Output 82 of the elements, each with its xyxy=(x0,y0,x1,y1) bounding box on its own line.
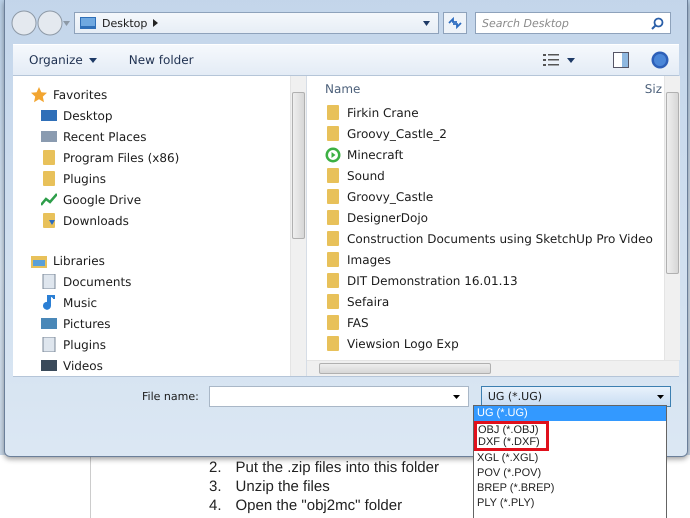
folder-icon xyxy=(325,168,341,183)
step-number: 2. xyxy=(209,458,222,477)
folder-icon xyxy=(325,231,341,246)
nav-heading[interactable]: Libraries xyxy=(53,254,105,268)
file-name[interactable]: Viewsion Logo Exp xyxy=(347,336,459,350)
file-type-option[interactable]: POV (*.POV) xyxy=(474,466,666,481)
caret-icon xyxy=(88,58,97,62)
file-name[interactable]: Construction Documents using SketchUp Pro Video xyxy=(347,232,653,246)
nav-item[interactable]: Desktop xyxy=(63,108,112,122)
nav-item[interactable]: Downloads xyxy=(63,214,129,228)
folder-icon xyxy=(325,273,341,288)
caret-icon[interactable] xyxy=(656,394,664,398)
organize-button[interactable]: Organize xyxy=(25,51,101,69)
file-name[interactable]: Images xyxy=(347,252,391,266)
address-location: Desktop xyxy=(102,16,148,30)
file-name[interactable]: Sound xyxy=(347,168,385,182)
nav-item[interactable]: Recent Places xyxy=(63,130,146,144)
scrollbar[interactable] xyxy=(290,76,306,376)
search-placeholder: Search Desktop xyxy=(482,16,570,30)
new-folder-button[interactable]: New folder xyxy=(124,51,198,69)
file-name[interactable]: Minecraft xyxy=(347,148,404,162)
horizontal-scrollbar[interactable] xyxy=(307,360,679,376)
star-icon xyxy=(31,86,47,102)
chevron-icon xyxy=(153,19,158,27)
nav-item[interactable]: Documents xyxy=(63,274,132,288)
nav-item[interactable]: Plugins xyxy=(63,172,106,186)
file-type-option[interactable]: XGL (*.XGL) xyxy=(474,451,666,466)
nav-item[interactable]: Pictures xyxy=(63,316,111,330)
folder-icon xyxy=(325,210,341,225)
column-header[interactable]: Siz xyxy=(644,82,664,96)
caret-icon[interactable] xyxy=(567,58,575,62)
caret-icon[interactable] xyxy=(452,394,460,398)
view-list-icon[interactable] xyxy=(543,53,559,67)
file-name[interactable]: Groovy_Castle_2 xyxy=(347,126,447,140)
step-number: 3. xyxy=(209,477,222,496)
folder-icon xyxy=(325,189,341,204)
file-name[interactable]: DIT Demonstration 16.01.13 xyxy=(347,274,518,288)
nav-item[interactable]: Music xyxy=(63,296,98,310)
refresh-icon xyxy=(447,17,463,29)
step-number: 4. xyxy=(209,496,222,515)
refresh-button[interactable] xyxy=(443,12,467,34)
folder-icon xyxy=(325,315,341,330)
preview-pane-icon[interactable] xyxy=(613,52,629,68)
step-text: Unzip the files xyxy=(236,477,330,496)
folder-icon xyxy=(325,252,341,267)
desktop-icon xyxy=(41,108,57,123)
folder-icon xyxy=(325,105,341,120)
folder-icon xyxy=(41,171,57,186)
documents-icon xyxy=(41,274,57,289)
file-type-option[interactable]: PLY (*.PLY) xyxy=(474,496,666,511)
folder-icon xyxy=(325,336,341,351)
folder-icon xyxy=(325,294,341,309)
nav-item[interactable]: Program Files (x86) xyxy=(63,150,180,164)
nav-item[interactable]: Google Drive xyxy=(63,192,142,206)
file-name[interactable]: FAS xyxy=(347,316,369,330)
nav-item[interactable]: Plugins xyxy=(63,338,106,352)
folder-icon xyxy=(325,126,341,141)
file-name[interactable]: Firkin Crane xyxy=(347,106,419,120)
file-type-dropdown[interactable]: UG (*.UG) xyxy=(480,386,671,407)
play-icon xyxy=(325,146,341,162)
file-type-option[interactable]: OBJ (*.OBJ) xyxy=(474,421,549,436)
step-text: Put the .zip files into this folder xyxy=(236,458,439,477)
file-name[interactable]: Sefaira xyxy=(347,294,390,308)
search-icon xyxy=(651,16,664,30)
file-type-option[interactable]: BREP (*.BREP) xyxy=(474,481,666,496)
nav-item[interactable]: Videos xyxy=(63,358,103,372)
desktop-icon xyxy=(80,17,96,29)
file-type-option[interactable]: DXF (*.DXF) xyxy=(474,436,549,451)
folder-icon xyxy=(41,150,57,165)
documents-icon xyxy=(41,337,57,352)
caret-icon[interactable] xyxy=(423,20,430,26)
downloads-icon xyxy=(41,213,57,228)
nav-heading[interactable]: Favorites xyxy=(53,88,108,102)
address-bar[interactable]: Desktop xyxy=(74,12,439,34)
file-name[interactable]: Groovy_Castle xyxy=(347,190,434,204)
scrollbar[interactable] xyxy=(664,76,680,360)
step-text: Open the "obj2mc" folder xyxy=(236,496,402,515)
file-name[interactable]: DesignerDojo xyxy=(347,210,428,224)
column-header[interactable]: Name xyxy=(325,82,645,96)
file-name-label: File name: xyxy=(142,389,199,405)
music-icon xyxy=(41,295,57,310)
file-name-field[interactable] xyxy=(208,386,469,407)
